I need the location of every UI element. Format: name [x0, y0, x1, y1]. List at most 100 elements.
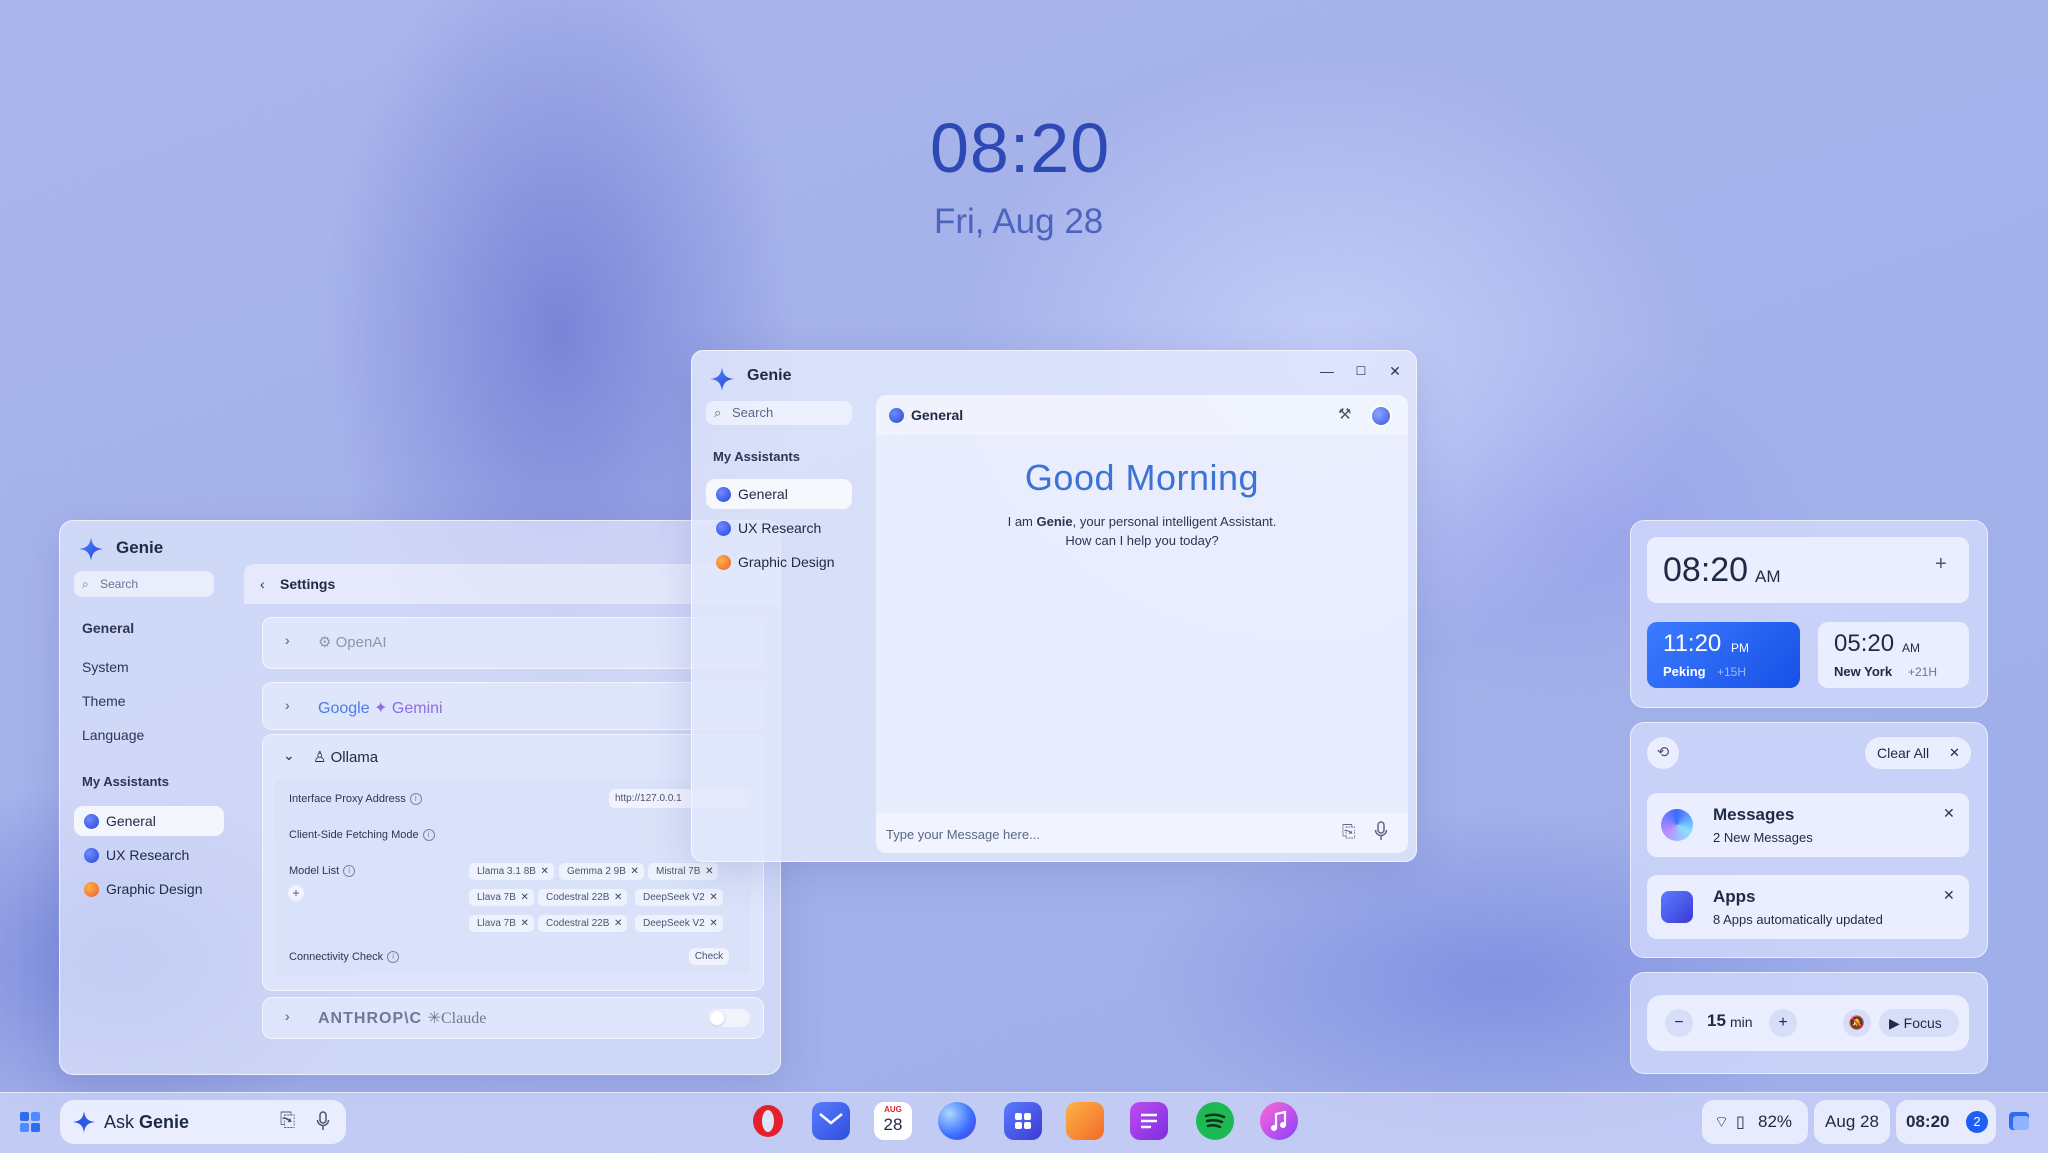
assistant-label: UX Research: [106, 847, 190, 863]
assistant-item-ux-research[interactable]: UX Research: [74, 840, 224, 870]
music-icon[interactable]: [1260, 1102, 1298, 1140]
chevron-right-icon[interactable]: ›: [285, 632, 290, 648]
add-model-button[interactable]: +: [288, 885, 304, 901]
close-button[interactable]: ✕: [1380, 361, 1410, 381]
model-chip[interactable]: Gemma 2 9B ✕: [559, 863, 644, 880]
provider-google-gemini[interactable]: › Google ✦ Gemini: [262, 682, 764, 730]
model-chip[interactable]: Llava 7B ✕: [469, 889, 534, 906]
close-icon: ✕: [613, 892, 623, 903]
assistant-item-ux-research[interactable]: UX Research: [706, 513, 852, 543]
sidebar-item-system[interactable]: System: [82, 659, 129, 675]
assistant-item-general[interactable]: General: [74, 806, 224, 836]
openai-logo: ⚙ OpenAI: [318, 634, 387, 651]
zone-card-peking[interactable]: 11:20 PM Peking +15H: [1647, 622, 1800, 688]
close-icon: ✕: [520, 892, 529, 903]
connectivity-label: Connectivity Check i: [289, 951, 400, 964]
assistant-avatar: [889, 408, 904, 423]
ask-genie-box[interactable]: Ask Genie ⎘: [60, 1100, 346, 1144]
search-icon: ⌕: [82, 577, 89, 591]
search-input[interactable]: ⌕ Search: [706, 401, 852, 425]
notification-messages[interactable]: Messages 2 New Messages ✕: [1647, 793, 1969, 857]
model-chip[interactable]: Llava 7B ✕: [469, 915, 534, 932]
check-button[interactable]: Check: [689, 948, 729, 965]
notification-center-icon[interactable]: [2004, 1106, 2034, 1136]
battery-icon: ▯: [1736, 1114, 1745, 1131]
sidebar-item-theme[interactable]: Theme: [82, 693, 126, 709]
start-menu-icon[interactable]: [14, 1106, 46, 1138]
microphone-icon[interactable]: [316, 1111, 330, 1136]
mail-icon[interactable]: [812, 1102, 850, 1140]
chevron-right-icon[interactable]: ›: [285, 697, 290, 713]
sidebar-section-general[interactable]: General: [82, 620, 134, 636]
close-icon: ✕: [705, 866, 714, 877]
chevron-left-icon[interactable]: ‹: [260, 564, 265, 604]
zone-card-new-york[interactable]: 05:20 AM New York +21H: [1818, 622, 1969, 688]
increase-button[interactable]: +: [1769, 1009, 1797, 1037]
clear-all-button[interactable]: Clear All ✕: [1865, 737, 1971, 769]
message-input[interactable]: [884, 821, 1308, 847]
user-avatar[interactable]: [1370, 405, 1392, 427]
chevron-down-icon[interactable]: ⌄: [283, 747, 295, 764]
zone-ampm: PM: [1731, 641, 1749, 655]
zone-city: Peking: [1663, 664, 1706, 679]
clear-all-label: Clear All: [1877, 745, 1930, 761]
genie-logo-icon: [72, 1110, 96, 1134]
focus-label: Focus: [1903, 1015, 1942, 1031]
paperclip-icon[interactable]: ⎘: [1342, 822, 1356, 842]
assistant-item-graphic-design[interactable]: Graphic Design: [74, 874, 224, 904]
provider-openai[interactable]: › ⚙ OpenAI: [262, 617, 764, 669]
model-chip[interactable]: Codestral 22B ✕: [538, 889, 628, 906]
date-display[interactable]: Aug 28: [1814, 1100, 1890, 1144]
notification-subtitle: 8 Apps automatically updated: [1713, 912, 1883, 927]
notification-apps[interactable]: Apps 8 Apps automatically updated ✕: [1647, 875, 1969, 939]
model-chip[interactable]: Llama 3.1 8B ✕: [469, 863, 554, 880]
chevron-right-icon[interactable]: ›: [285, 1008, 290, 1024]
spotify-icon[interactable]: [1196, 1102, 1234, 1140]
assistant-avatar: [716, 555, 731, 570]
close-icon[interactable]: ✕: [1943, 805, 1955, 822]
history-icon[interactable]: ⟲: [1647, 737, 1679, 769]
minimize-button[interactable]: —: [1312, 361, 1342, 381]
sidebar-item-language[interactable]: Language: [82, 727, 144, 743]
search-input[interactable]: ⌕ Search: [74, 571, 214, 597]
provider-anthropic[interactable]: › ANTHROP\C ✳Claude: [262, 997, 764, 1039]
microphone-icon[interactable]: [1374, 821, 1388, 840]
system-status[interactable]: ⌔ ▯ 82%: [1702, 1100, 1808, 1144]
model-chip[interactable]: Codestral 22B ✕: [538, 915, 628, 932]
anthropic-toggle[interactable]: [708, 1009, 750, 1027]
model-chip[interactable]: Mistral 7B ✕: [648, 863, 719, 880]
wrench-icon[interactable]: ⚒: [1338, 395, 1351, 435]
messages-icon: [1661, 809, 1693, 841]
maximize-button[interactable]: ☐: [1346, 361, 1376, 381]
assistant-avatar: [716, 487, 731, 502]
paperclip-icon[interactable]: ⎘: [280, 1110, 295, 1132]
chat-header: General ⚒: [876, 395, 1408, 435]
assistant-item-graphic-design[interactable]: Graphic Design: [706, 547, 852, 577]
opera-icon[interactable]: [749, 1102, 787, 1140]
local-ampm: AM: [1755, 567, 1781, 586]
calendar-icon[interactable]: AUG 28: [874, 1102, 912, 1140]
decrease-button[interactable]: −: [1665, 1009, 1693, 1037]
browser-icon[interactable]: [938, 1102, 976, 1140]
assistant-label: Graphic Design: [106, 881, 203, 897]
app-store-icon[interactable]: [1004, 1102, 1042, 1140]
notes-icon[interactable]: [1130, 1102, 1168, 1140]
time-display[interactable]: 08:20 2: [1896, 1100, 1996, 1144]
focus-card: − 15 min + 🔕 ▶ Focus: [1647, 995, 1969, 1051]
files-icon[interactable]: [1066, 1102, 1104, 1140]
notification-subtitle: 2 New Messages: [1713, 830, 1813, 845]
bell-off-icon[interactable]: 🔕: [1843, 1009, 1871, 1037]
focus-button[interactable]: ▶ Focus: [1879, 1009, 1959, 1037]
lock-screen-time: 08:20: [930, 109, 1111, 187]
notification-count-badge: 2: [1966, 1111, 1988, 1133]
close-icon[interactable]: ✕: [1943, 887, 1955, 904]
fetching-mode-label: Client-Side Fetching Mode i: [289, 829, 435, 842]
add-clock-button[interactable]: +: [1935, 553, 1947, 576]
focus-widget: − 15 min + 🔕 ▶ Focus: [1630, 972, 1988, 1074]
assistant-item-general[interactable]: General: [706, 479, 852, 509]
intro-text: I am Genie, your personal intelligent As…: [1007, 514, 1277, 548]
model-chip[interactable]: DeepSeek V2 ✕: [635, 889, 723, 906]
zone-offset: +21H: [1908, 665, 1938, 679]
notification-title: Apps: [1713, 887, 1756, 906]
model-chip[interactable]: DeepSeek V2 ✕: [635, 915, 723, 932]
